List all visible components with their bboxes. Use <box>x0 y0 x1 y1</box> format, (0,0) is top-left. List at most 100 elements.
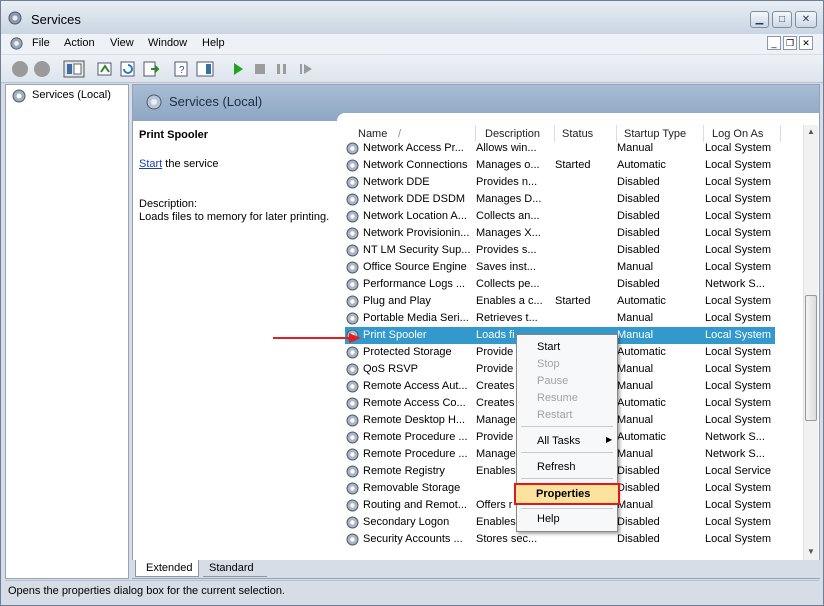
service-gear-icon <box>346 244 359 257</box>
cell-log-on-as: Local System <box>705 346 772 358</box>
start-service-icon[interactable] <box>229 60 247 78</box>
maximize-button[interactable]: □ <box>772 11 792 28</box>
service-gear-icon <box>346 312 359 325</box>
cell-log-on-as: Local System <box>705 533 772 545</box>
description-label: Description: <box>139 198 198 210</box>
service-gear-icon <box>346 516 359 529</box>
table-row[interactable]: NT LM Security Sup... Provides s... Disabl… <box>345 242 775 259</box>
cell-log-on-as: Local Service <box>705 465 772 477</box>
table-row[interactable]: Network Location A... Collects an... Disab… <box>345 208 775 225</box>
cell-name: Portable Media Seri... <box>363 312 469 324</box>
up-one-level-icon[interactable] <box>96 60 114 78</box>
cell-startup-type: Automatic <box>617 397 666 409</box>
vertical-scrollbar[interactable]: ▲ ▼ <box>803 125 818 561</box>
cell-description: Allows win... <box>476 142 537 154</box>
status-bar: Opens the properties dialog box for the … <box>5 580 819 601</box>
table-row[interactable]: Network Provisionin... Manages X... Disabl… <box>345 225 775 242</box>
cell-log-on-as: Local System <box>705 499 772 511</box>
table-row[interactable]: Portable Media Seri... Retrieves t... Manu… <box>345 310 775 327</box>
mdi-minimize-button[interactable]: _ <box>767 36 781 50</box>
tab-extended[interactable]: Extended <box>135 560 199 577</box>
column-separator[interactable] <box>780 125 781 142</box>
cell-log-on-as: Local System <box>705 244 772 256</box>
context-menu-properties-highlight[interactable]: Properties <box>514 483 620 505</box>
cell-description: Provides n... <box>476 176 538 188</box>
table-row[interactable]: Security Accounts ... Stores sec... Disabl… <box>345 531 775 548</box>
menu-action[interactable]: Action <box>64 37 95 49</box>
cell-name: Remote Access Aut... <box>363 380 468 392</box>
service-gear-icon <box>346 210 359 223</box>
cell-startup-type: Automatic <box>617 295 666 307</box>
cell-log-on-as: Local System <box>705 516 772 528</box>
services-gear-icon <box>12 89 26 103</box>
mdi-restore-button[interactable]: ❐ <box>783 36 797 50</box>
table-row[interactable]: Network Connections Manages o... Started Au… <box>345 157 775 174</box>
cell-name: Remote Procedure ... <box>363 448 468 460</box>
mdi-close-button[interactable]: ✕ <box>799 36 813 50</box>
table-row[interactable]: Network Access Pr... Allows win... Manual L… <box>345 140 775 157</box>
cell-name: Remote Access Co... <box>363 397 466 409</box>
service-gear-icon <box>346 380 359 393</box>
cell-log-on-as: Local System <box>705 482 772 494</box>
table-row[interactable]: Network DDE Provides n... Disabled Local Sy… <box>345 174 775 191</box>
cell-log-on-as: Local System <box>705 159 772 171</box>
menu-file[interactable]: File <box>32 37 50 49</box>
context-menu-refresh[interactable]: Refresh <box>537 461 576 473</box>
minimize-button[interactable]: ▁ <box>750 11 769 28</box>
service-gear-icon <box>346 142 359 155</box>
scroll-up-arrow[interactable]: ▲ <box>807 127 815 136</box>
back-icon[interactable] <box>11 60 29 78</box>
start-service-link[interactable]: Start <box>139 158 162 170</box>
service-gear-icon <box>346 533 359 546</box>
table-row[interactable]: Performance Logs ... Collects pe... Disabl… <box>345 276 775 293</box>
menu-window[interactable]: Window <box>148 37 187 49</box>
restart-service-icon[interactable] <box>297 60 315 78</box>
cell-status: Started <box>555 295 591 307</box>
cell-name: Plug and Play <box>363 295 431 307</box>
cell-log-on-as: Local System <box>705 227 772 239</box>
context-menu-resume: Resume <box>537 392 578 404</box>
cell-name: Network Connections <box>363 159 468 171</box>
title-bar[interactable]: Services ▁ □ ✕ <box>1 1 823 34</box>
scroll-down-arrow[interactable]: ▼ <box>807 547 815 556</box>
tab-standard[interactable]: Standard <box>203 560 267 577</box>
stop-service-icon[interactable] <box>251 60 269 78</box>
table-row[interactable]: Network DDE DSDM Manages D... Disabled Loca… <box>345 191 775 208</box>
service-gear-icon <box>346 261 359 274</box>
tree-item-services-local[interactable]: Services (Local) <box>32 89 111 101</box>
context-menu-separator <box>521 508 613 509</box>
cell-name: Print Spooler <box>363 329 427 341</box>
menu-view[interactable]: View <box>110 37 134 49</box>
service-gear-icon <box>346 193 359 206</box>
context-menu-all-tasks[interactable]: All Tasks <box>537 435 580 447</box>
cell-name: Removable Storage <box>363 482 461 494</box>
context-menu-help[interactable]: Help <box>537 513 560 525</box>
scroll-thumb[interactable] <box>805 295 817 421</box>
view-tabs: Extended Standard <box>132 560 820 578</box>
context-menu-properties[interactable]: Properties <box>536 488 590 500</box>
service-gear-icon <box>346 227 359 240</box>
cell-description: Manages o... <box>476 159 540 171</box>
show-hide-console-tree-icon[interactable] <box>63 60 85 78</box>
services-gear-icon <box>146 94 162 110</box>
table-row[interactable]: Plug and Play Enables a c... Started Automa… <box>345 293 775 310</box>
forward-icon[interactable] <box>33 60 51 78</box>
context-menu-separator <box>521 426 613 427</box>
console-gear-icon[interactable] <box>9 36 24 51</box>
refresh-icon[interactable] <box>119 60 137 78</box>
submenu-arrow-icon: ▶ <box>606 435 613 444</box>
close-button[interactable]: ✕ <box>795 11 817 28</box>
help-icon[interactable]: ? <box>173 60 191 78</box>
cell-startup-type: Manual <box>617 380 654 392</box>
table-row[interactable]: Office Source Engine Saves inst... Manual L… <box>345 259 775 276</box>
context-menu-start[interactable]: Start <box>537 341 560 353</box>
start-service-suffix: the service <box>162 158 219 170</box>
cell-startup-type: Manual <box>617 329 654 341</box>
export-list-icon[interactable] <box>142 60 160 78</box>
pause-service-icon[interactable] <box>273 60 291 78</box>
content-pane: Services (Local) Print Spooler Start the… <box>132 84 820 579</box>
cell-status: Started <box>555 159 591 171</box>
selected-service-name: Print Spooler <box>139 129 209 141</box>
menu-help[interactable]: Help <box>202 37 225 49</box>
show-action-pane-icon[interactable] <box>196 60 214 78</box>
